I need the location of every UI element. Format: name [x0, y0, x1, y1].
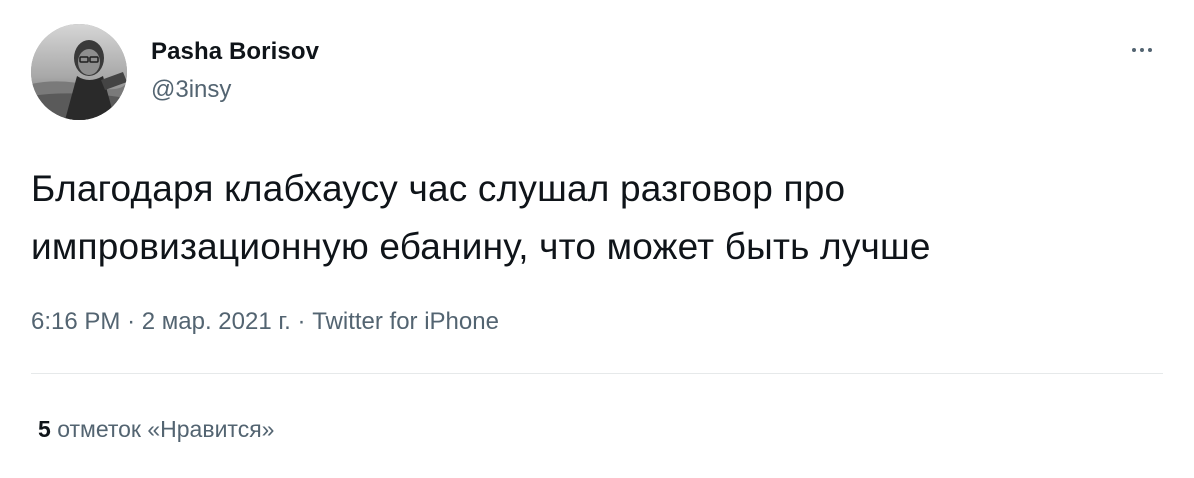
- more-horizontal-icon-dot: [1140, 48, 1144, 52]
- more-options-button[interactable]: [1122, 36, 1162, 64]
- more-horizontal-icon-dot: [1148, 48, 1152, 52]
- tweet-time[interactable]: 6:16 PM: [31, 308, 120, 335]
- author-handle[interactable]: @3insy: [151, 76, 231, 104]
- author-display-name[interactable]: Pasha Borisov: [151, 38, 319, 66]
- tweet-text-line: импровизационную ебанину, что может быть…: [31, 226, 931, 267]
- tweet-metadata: 6:16 PM · 2 мар. 2021 г. · Twitter for i…: [31, 308, 499, 336]
- likes-label: отметок «Нравится»: [57, 416, 275, 442]
- tweet-date[interactable]: 2 мар. 2021 г.: [142, 308, 291, 335]
- tweet-text-line: Благодаря клабхаусу час слушал разговор …: [31, 168, 846, 209]
- tweet: Pasha Borisov @3insy Благодаря клабхаусу…: [0, 0, 1194, 478]
- likes-count: 5: [38, 416, 51, 442]
- meta-separator: ·: [127, 308, 136, 335]
- more-horizontal-icon: [1132, 48, 1136, 52]
- divider: [31, 373, 1163, 374]
- avatar-photo: [31, 24, 127, 120]
- avatar[interactable]: [31, 24, 127, 120]
- tweet-text: Благодаря клабхаусу час слушал разговор …: [31, 160, 1161, 276]
- tweet-source[interactable]: Twitter for iPhone: [312, 308, 499, 335]
- meta-separator: ·: [297, 308, 306, 335]
- likes-link[interactable]: 5 отметок «Нравится»: [38, 416, 274, 443]
